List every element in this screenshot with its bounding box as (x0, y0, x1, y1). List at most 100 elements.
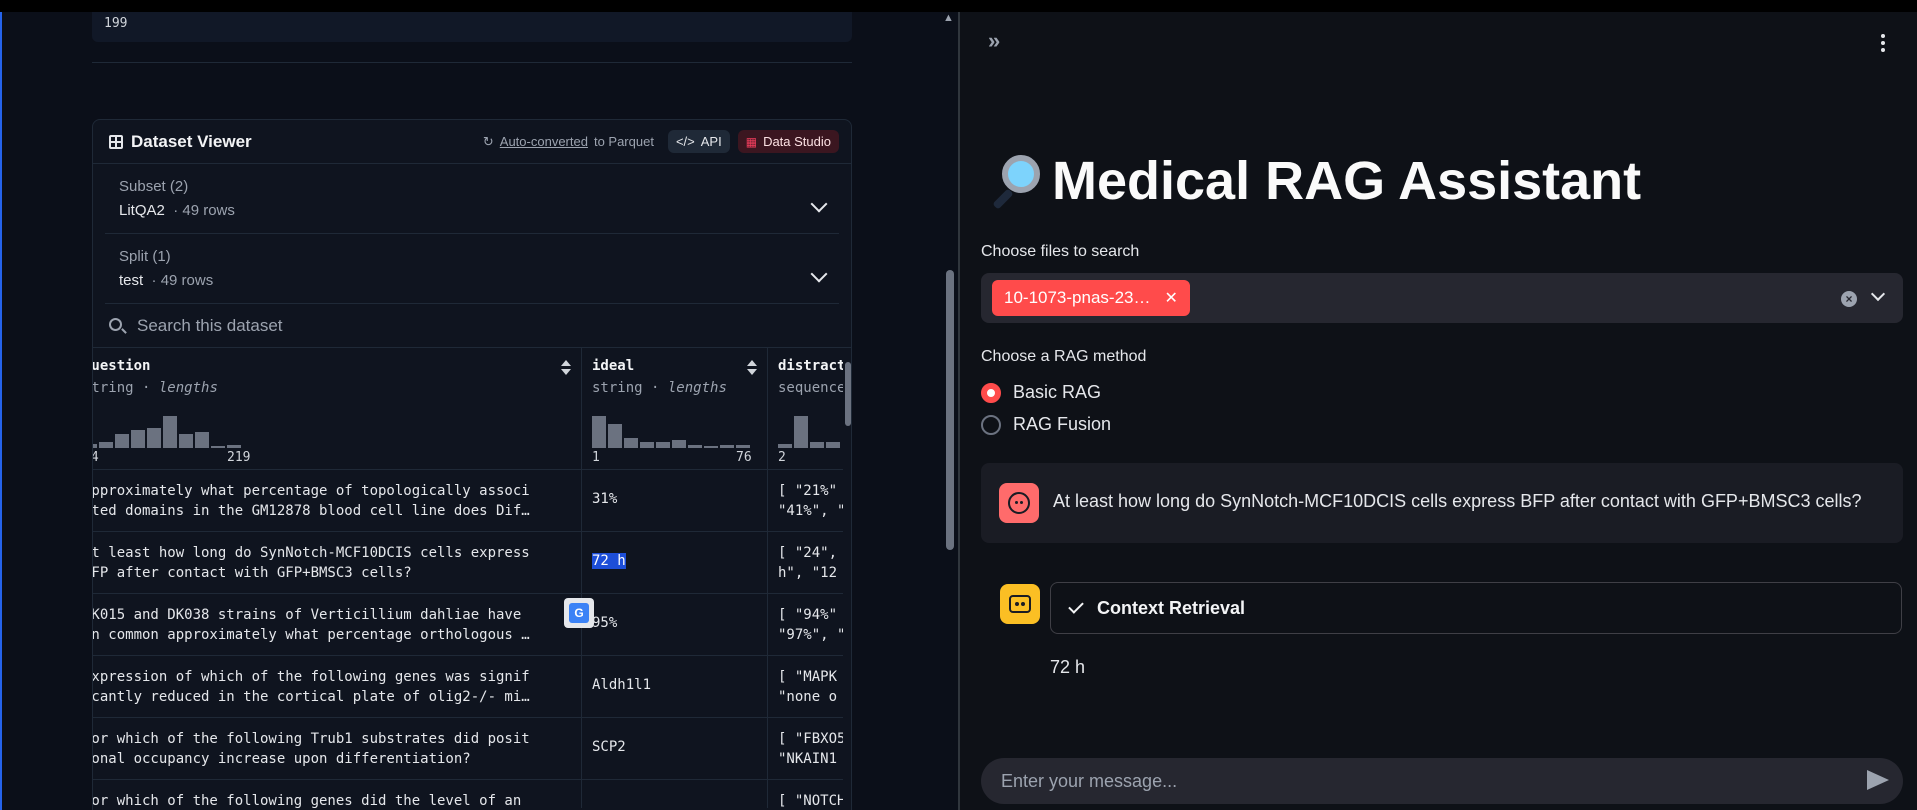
page-scrollbar-thumb[interactable] (946, 270, 954, 550)
table-row[interactable]: DK015 and DK038 strains of Verticillium … (93, 594, 851, 656)
code-icon: </> (675, 134, 695, 149)
column-name: distract (778, 358, 846, 374)
dataset-search[interactable]: Search this dataset (93, 304, 851, 348)
column-header-ideal[interactable]: ideal string · lengths 1 76 (581, 348, 767, 470)
page-title: Medical RAG Assistant (988, 150, 1641, 212)
chevron-down-icon[interactable] (1870, 286, 1886, 302)
subset-label: Subset (2) (119, 178, 189, 195)
previous-card-value: 199 (104, 16, 128, 31)
rag-app: » Medical RAG Assistant Choose files to … (960, 12, 1917, 810)
previous-card: 199 (92, 12, 852, 42)
data-studio-label: Data Studio (763, 134, 831, 149)
histogram-min: 2 (778, 450, 786, 465)
cell-ideal[interactable]: 95% (592, 615, 617, 631)
converted-suffix: to Parquet (593, 134, 654, 149)
assistant-avatar (1000, 584, 1040, 624)
cell-distract[interactable]: [ "NOTCH (778, 791, 845, 808)
split-label: Split (1) (119, 248, 171, 265)
histogram-min: 1 (592, 450, 600, 465)
table-row[interactable]: At least how long do SynNotch-MCF10DCIS … (93, 532, 851, 594)
split-value: test · 49 rows (119, 272, 214, 289)
top-bar (0, 0, 1917, 12)
translate-icon[interactable]: G (564, 598, 594, 628)
cell-ideal[interactable]: Aldh1l1 (592, 677, 651, 693)
auto-converted-link[interactable]: Auto-converted (500, 134, 588, 149)
chat-input[interactable] (981, 758, 1903, 804)
column-type: string · lengths (93, 380, 218, 396)
converted-note: ↻ Auto-converted to Parquet (483, 134, 654, 150)
table-row[interactable]: For which of the following Trub1 substra… (93, 718, 851, 780)
clear-icon[interactable]: × (1841, 291, 1857, 307)
refresh-icon: ↻ (482, 133, 494, 149)
dataset-page: 199 Dataset Viewer ↻ Auto-converted to P… (0, 12, 958, 810)
context-retrieval-status[interactable]: Context Retrieval (1050, 582, 1902, 634)
viewer-header: Dataset Viewer ↻ Auto-converted to Parqu… (93, 120, 851, 164)
cell-distract[interactable]: [ "94%" "97%", " (778, 605, 845, 645)
remove-chip-icon[interactable]: ✕ (1164, 288, 1177, 308)
column-type: sequence (778, 380, 846, 396)
scroll-up-icon[interactable]: ▲ (943, 12, 954, 24)
cell-ideal[interactable]: 31% (592, 491, 617, 507)
cell-question[interactable]: DK015 and DK038 strains of Verticillium … (93, 605, 561, 645)
selected-file-chip[interactable]: 10-1073-pnas-23… ✕ (992, 280, 1190, 316)
radio-selected-icon[interactable] (981, 382, 1001, 403)
radio-label: RAG Fusion (1013, 414, 1112, 434)
data-studio-button[interactable]: ▦ Data Studio (737, 130, 839, 153)
table-row[interactable]: Approximately what percentage of topolog… (93, 470, 851, 532)
magnifying-glass-icon (988, 153, 1042, 210)
cell-ideal[interactable]: SCP2 (592, 739, 626, 755)
files-label: Choose files to search (981, 243, 1140, 260)
chevron-down-icon (810, 195, 828, 213)
table-row[interactable]: For which of the following genes did the… (93, 780, 851, 808)
column-name: question (93, 358, 151, 374)
cell-question[interactable]: For which of the following Trub1 substra… (93, 729, 561, 769)
table-scrollbar-thumb[interactable] (845, 362, 851, 426)
file-multiselect[interactable]: 10-1073-pnas-23… ✕ × (981, 273, 1903, 323)
cell-distract[interactable]: [ "21%" "41%", " (778, 481, 845, 521)
cell-distract[interactable]: [ "MAPK "none o (778, 667, 837, 707)
cell-distract[interactable]: [ "FBXO5 "NKAIN1 (778, 729, 845, 769)
cell-question[interactable]: Expression of which of the following gen… (93, 667, 561, 707)
radio-label: Basic RAG (1013, 382, 1102, 402)
table-row[interactable]: Expression of which of the following gen… (93, 656, 851, 718)
cell-distract[interactable]: [ "24", h", "12 (778, 543, 837, 583)
column-header-distract[interactable]: distract sequence 2 (767, 348, 851, 470)
search-icon (109, 318, 122, 331)
status-label: Context Retrieval (1097, 597, 1246, 618)
dataset-table: question string · lengths 34 219 ideal s… (93, 348, 851, 808)
split-select[interactable]: Split (1) test · 49 rows (105, 234, 839, 304)
radio-rag-fusion[interactable]: RAG Fusion (981, 414, 1111, 435)
cell-ideal-selected[interactable]: 72 h (592, 553, 626, 569)
table-scrollbar[interactable] (843, 348, 851, 808)
cell-question[interactable]: Approximately what percentage of topolog… (93, 481, 561, 521)
api-label: API (700, 134, 722, 149)
cell-question[interactable]: For which of the following genes did the… (93, 791, 561, 808)
sort-icon[interactable] (561, 360, 571, 376)
divider (92, 62, 852, 63)
assistant-answer: 72 h (1050, 657, 1086, 677)
subset-select[interactable]: Subset (2) LitQA2 · 49 rows (105, 164, 839, 234)
user-avatar (999, 483, 1039, 523)
menu-icon[interactable] (1881, 34, 1885, 52)
sort-icon[interactable] (747, 360, 757, 376)
radio-basic-rag[interactable]: Basic RAG (981, 382, 1101, 403)
viewer-actions: ↻ Auto-converted to Parquet </> API ▦ Da… (483, 130, 839, 153)
column-header-question[interactable]: question string · lengths 34 219 (93, 348, 581, 470)
send-icon[interactable] (1867, 770, 1889, 790)
radio-unselected-icon[interactable] (981, 414, 1001, 435)
histogram-max: 76 (736, 450, 752, 465)
cell-question[interactable]: At least how long do SynNotch-MCF10DCIS … (93, 543, 561, 583)
histogram-min: 34 (93, 450, 99, 465)
subset-value: LitQA2 · 49 rows (119, 202, 235, 219)
user-message-text: At least how long do SynNotch-MCF10DCIS … (1053, 491, 1862, 511)
expand-sidebar-icon[interactable]: » (988, 28, 1000, 54)
length-histogram (582, 408, 767, 448)
api-button[interactable]: </> API (667, 130, 730, 153)
page-scrollbar[interactable]: ▲ (940, 12, 958, 810)
table-header: question string · lengths 34 219 ideal s… (93, 348, 851, 470)
method-label: Choose a RAG method (981, 348, 1147, 365)
chat-input-field[interactable] (1001, 758, 1821, 804)
page-title-text: Medical RAG Assistant (1052, 151, 1642, 211)
robot-icon (1009, 595, 1031, 613)
grid-icon: ▦ (745, 134, 758, 149)
